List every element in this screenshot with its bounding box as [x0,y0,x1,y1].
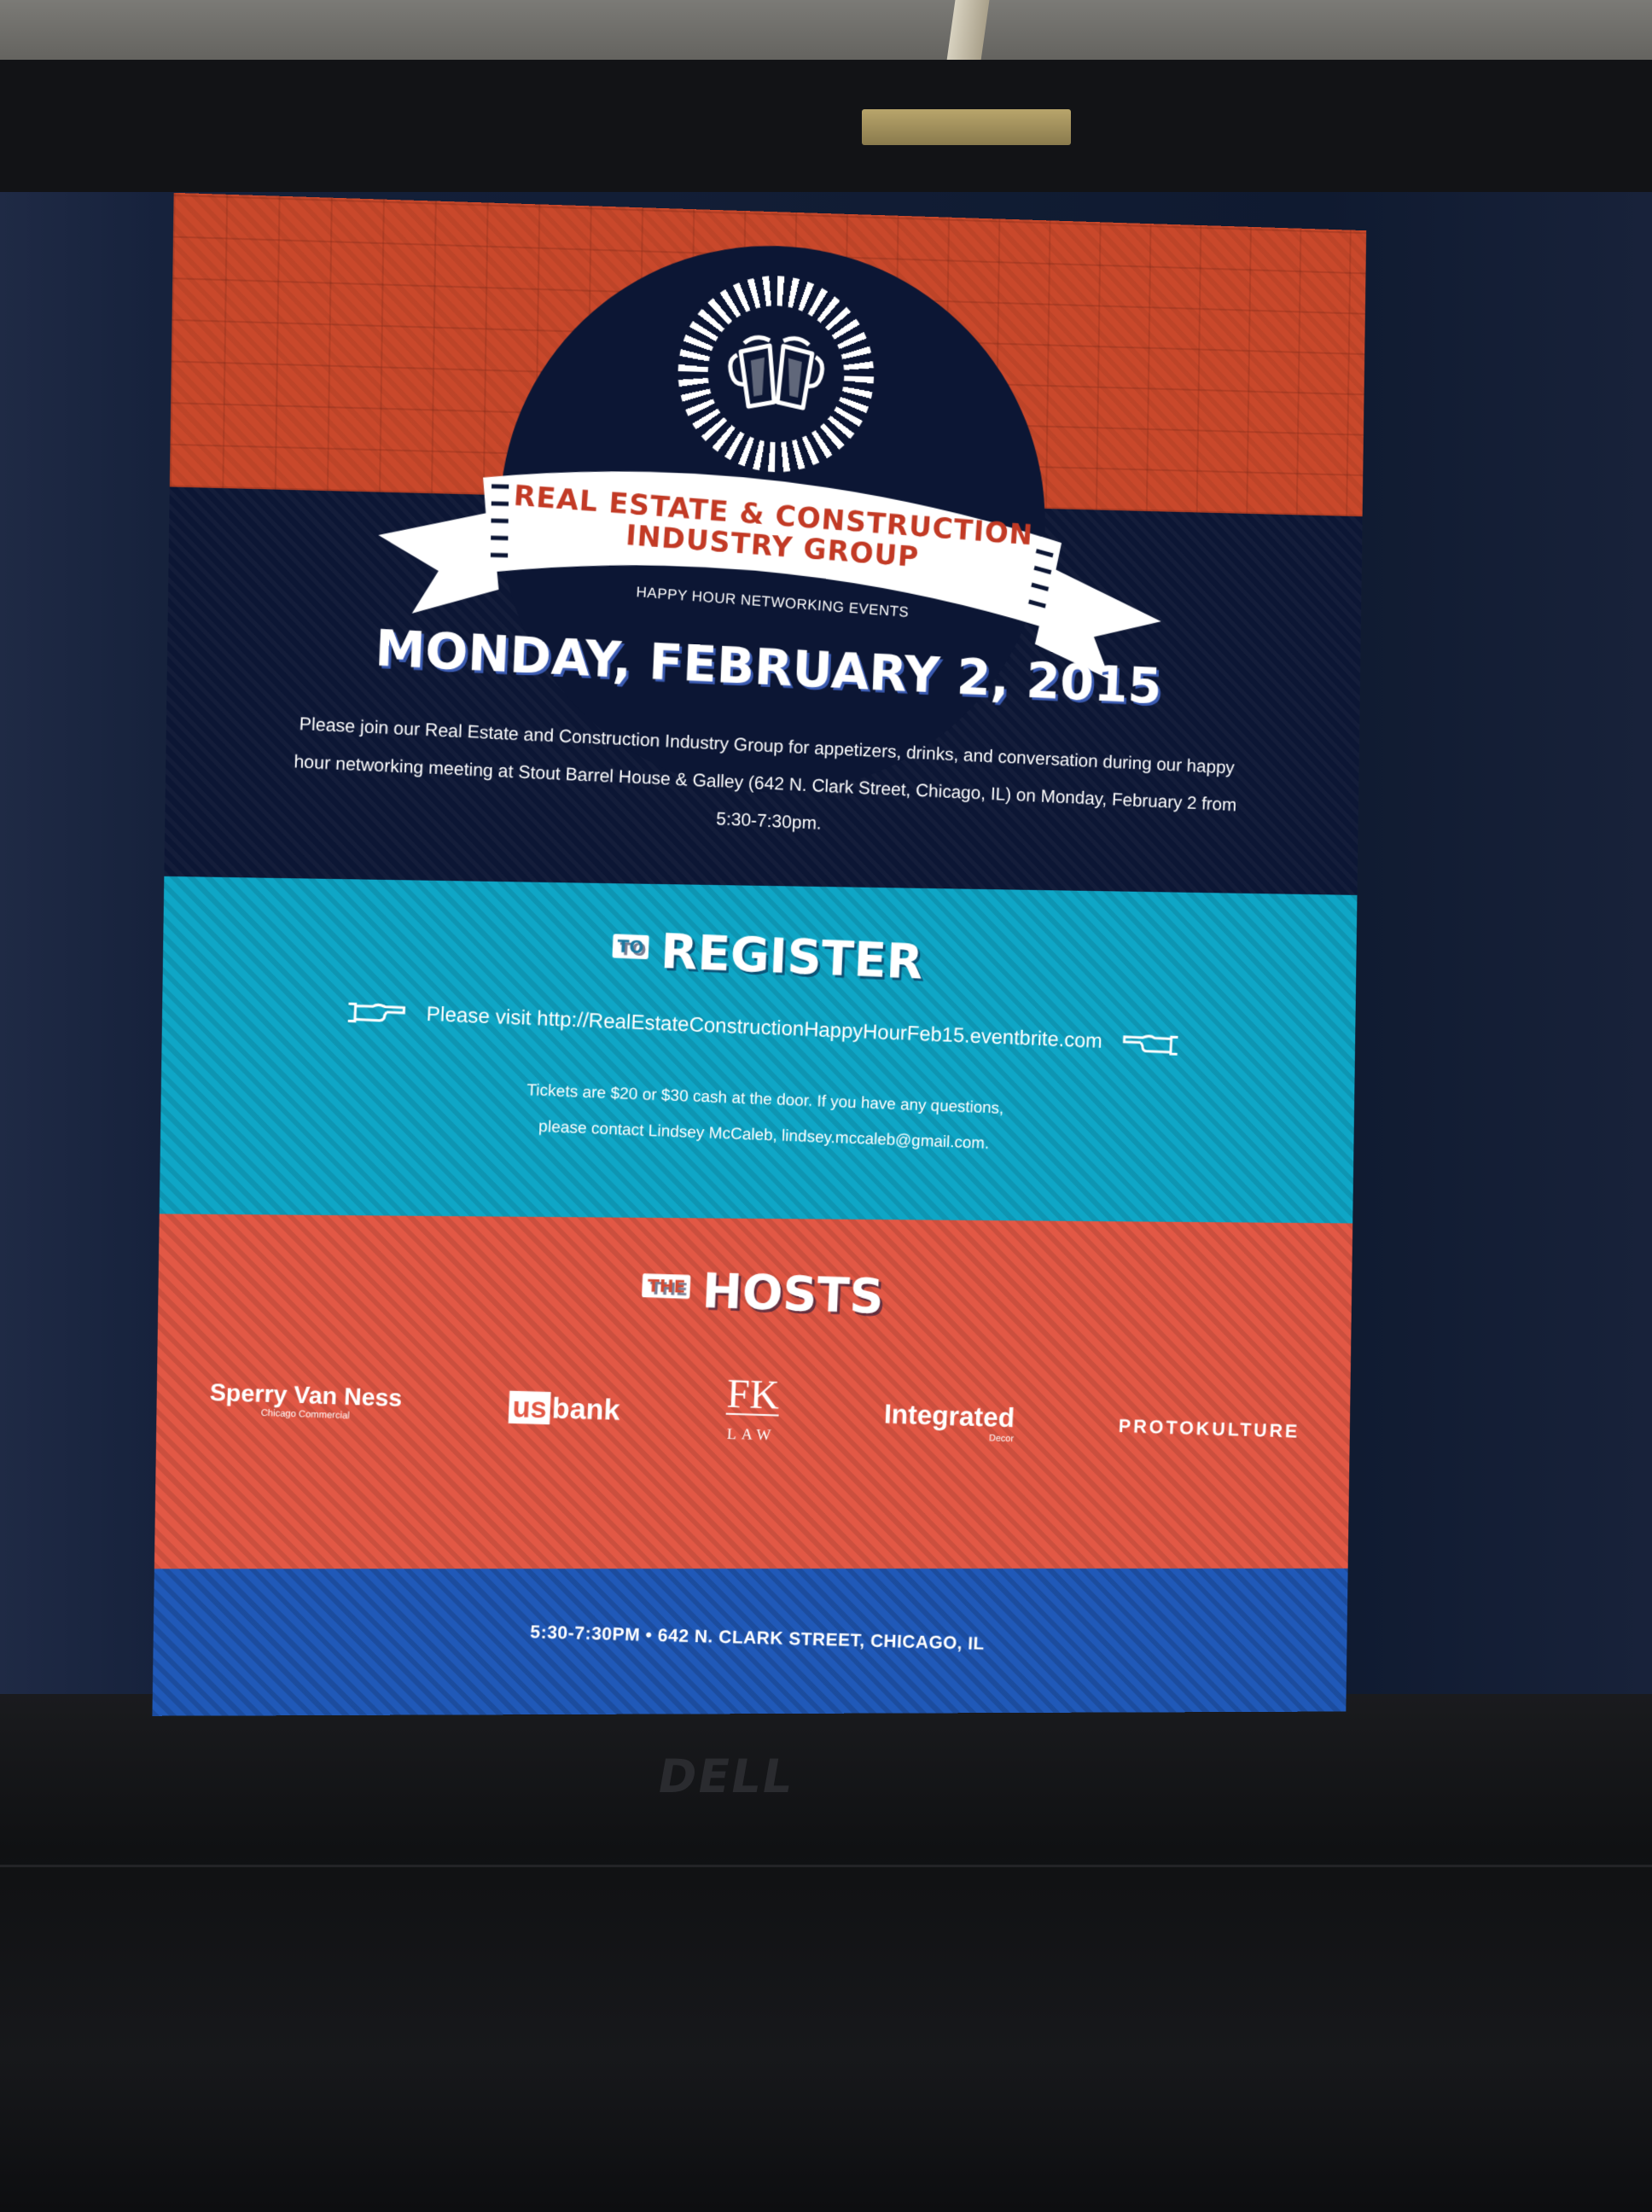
host-name: Integrated [883,1398,1015,1433]
beer-mugs-icon [724,325,828,422]
pointing-hand-left-icon [1120,1028,1180,1059]
hosts-heading-text: HOSTS [701,1264,885,1325]
host-logo-sperry-van-ness[interactable]: Sperry Van Ness Chicago Commercial [209,1379,403,1423]
footer-section: 5:30-7:30PM • 642 N. CLARK STREET, CHICA… [152,1569,1347,1716]
register-section: TO REGISTER Please visit http://RealEstat… [160,876,1358,1224]
host-logo-integrated[interactable]: Integrated Decor [883,1398,1015,1444]
register-heading: TO REGISTER [162,903,1357,1009]
register-heading-text: REGISTER [660,924,924,991]
hosts-heading: THE HOSTS [158,1244,1352,1341]
host-logo-usbank[interactable]: us bank [509,1390,621,1427]
pointing-hand-right-icon [346,997,409,1028]
monitor-bezel-bottom [0,1694,1652,2212]
bezel-divider [0,1865,1652,1867]
host-sub: LAW [724,1413,778,1454]
hosts-tag: THE [642,1273,690,1299]
ticket-info: Tickets are $20 or $30 cash at the door.… [421,1068,1105,1167]
host-name: FK [726,1371,780,1418]
register-tag: TO [612,934,649,959]
host-prefix: us [509,1390,551,1424]
host-logo-protokulture[interactable]: PROTOKULTURE [1118,1415,1300,1442]
host-logo-fk-law[interactable]: FK LAW [724,1376,780,1454]
email-flyer: REAL ESTATE & CONSTRUCTION INDUSTRY GROU… [152,193,1366,1716]
webcam-clip [862,109,1071,145]
footer-time-location: 5:30-7:30PM • 642 N. CLARK STREET, CHICA… [154,1613,1347,1664]
register-link[interactable]: Please visit http://RealEstateConstructi… [426,1003,1102,1054]
monitor-brand-logo: DELL [635,1749,816,1809]
host-name: Sperry Van Ness [209,1379,403,1412]
hosts-section: THE HOSTS Sperry Van Ness Chicago Commerc… [154,1214,1352,1569]
host-name: bank [551,1392,620,1427]
host-logos: Sperry Van Ness Chicago Commercial us ban… [208,1359,1301,1470]
register-visit-row: Please visit http://RealEstateConstructi… [301,995,1222,1062]
host-name: PROTOKULTURE [1118,1415,1300,1441]
